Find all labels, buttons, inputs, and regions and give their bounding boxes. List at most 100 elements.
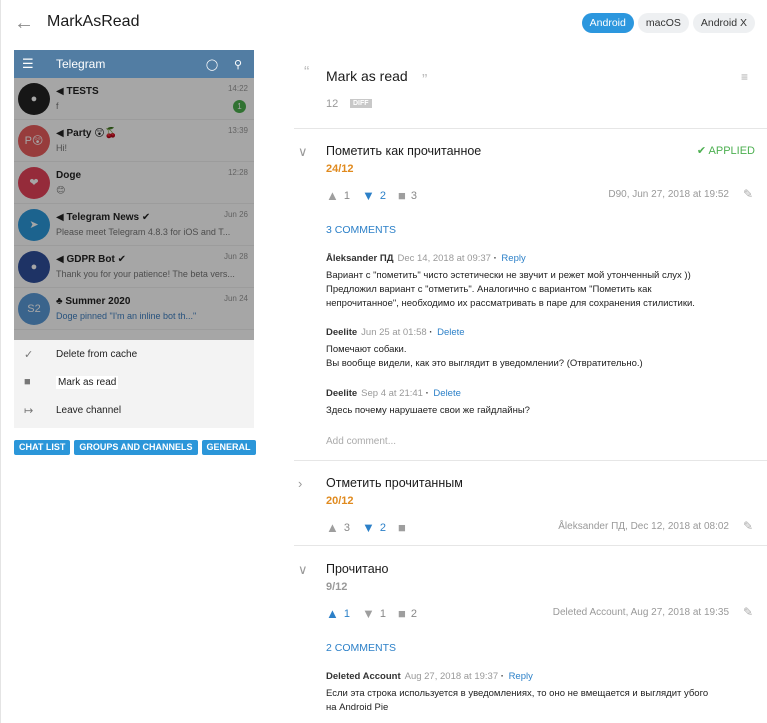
lines-icon[interactable]: ≡ (741, 70, 753, 84)
bottom-sheet-menu: ✓ Delete from cache ■ Mark as read ↦ Lea… (14, 340, 254, 428)
translation-score: 24/12 (326, 163, 354, 175)
menu-item-label: Delete from cache (56, 348, 138, 360)
chat-name: ◀ TESTS (56, 86, 99, 97)
thumbs-up-icon: ▲ (326, 188, 339, 203)
source-string: Mark as read (326, 68, 408, 84)
pencil-icon[interactable]: ✎ (743, 187, 753, 201)
chat-message: Hi! (56, 143, 67, 153)
platform-tab-macos[interactable]: macOS (637, 13, 689, 33)
telegram-app-bar: ☰ Telegram ◯ ⚲ (14, 50, 254, 78)
chat-row: ● ◀ GDPR Bot ✔ Thank you for your patien… (14, 246, 254, 288)
chevron-right-icon[interactable]: › (298, 476, 302, 491)
upvote-count: 1 (343, 607, 350, 620)
translation-text: Пометить как прочитанное (326, 144, 482, 158)
comment-header: Deelite Sep 4 at 21:41 · Delete (326, 388, 461, 399)
comments-button[interactable]: ■ (398, 520, 411, 535)
chat-time: 14:22 (227, 84, 248, 93)
comment-author: Åleksander ПД (326, 253, 394, 264)
tag-groups-and-channels[interactable]: GROUPS AND CHANNELS (74, 440, 198, 455)
comment: Deelite Sep 4 at 21:41 · Delete Здесь поч… (326, 388, 756, 418)
platform-tabs: Android macOS Android X (581, 13, 755, 33)
translation-meta: D90, Jun 27, 2018 at 19:52 (608, 189, 729, 200)
pencil-icon[interactable]: ✎ (743, 605, 753, 619)
lock-avatar-icon: ● (18, 250, 50, 283)
thumbs-down-icon: ▼ (362, 606, 375, 621)
chat-row: P😲 ◀ Party 😲🍒 Hi! 13:39 (14, 120, 254, 162)
comment-icon: ■ (398, 606, 406, 621)
chat-list: ● ◀ TESTS f 14:22 1 P😲 ◀ Party 😲🍒 Hi! 13… (14, 78, 254, 368)
add-comment-input[interactable]: Add comment... (326, 436, 396, 447)
char-count: 12 (326, 98, 339, 110)
tag-chat-list[interactable]: CHAT LIST (14, 440, 71, 455)
upvote-count: 3 (343, 521, 350, 534)
chat-time: Jun 24 (223, 294, 248, 303)
chat-row: S2 ♣ Summer 2020 Doge pinned "I'm an inl… (14, 288, 254, 330)
translation-text: Прочитано (326, 562, 389, 576)
reply-link[interactable]: Reply (509, 671, 533, 682)
upvote-button[interactable]: ▲ 1 (326, 188, 350, 203)
context-screenshot: ☰ Telegram ◯ ⚲ ● ◀ TESTS f 14:22 1 P😲 ◀ … (14, 50, 254, 428)
delete-link[interactable]: Delete (437, 327, 464, 338)
translation-score: 9/12 (326, 581, 348, 593)
comment-text: Если эта строка используется в уведомлен… (326, 688, 709, 713)
comment-date: Aug 27, 2018 at 19:37 (404, 671, 499, 682)
reply-link[interactable]: Reply (501, 253, 525, 264)
chevron-down-icon[interactable]: ∨ (298, 562, 308, 578)
comments-button[interactable]: ■ 3 (398, 188, 417, 203)
thumbs-down-icon: ▼ (362, 188, 375, 203)
comment-author: Deelite (326, 388, 358, 399)
platform-tab-android[interactable]: Android (581, 13, 634, 33)
upvote-button[interactable]: ▲ 1 (326, 606, 350, 621)
chat-row: ❤ Doge 😊 12:28 (14, 162, 254, 204)
thumbs-up-icon: ▲ (326, 606, 339, 621)
comments-link[interactable]: 3 COMMENTS (326, 224, 396, 236)
downvote-count: 2 (379, 189, 386, 202)
menu-item-delete-cache: ✓ Delete from cache (14, 340, 254, 368)
back-arrow-icon[interactable]: ← (14, 12, 36, 34)
comment-count: 3 (410, 189, 417, 202)
comments-link[interactable]: 2 COMMENTS (326, 642, 396, 654)
comments-button[interactable]: ■ 2 (398, 606, 417, 621)
comment-count: 2 (410, 607, 417, 620)
comment-header: Åleksander ПД Dec 14, 2018 at 09:37 · Rep… (326, 253, 526, 264)
vote-bar: ▲ 1 ▼ 1 ■ 2 (326, 606, 429, 621)
chat-message: 😊 (56, 184, 66, 195)
chat-row: ➤ ◀ Telegram News ✔ Please meet Telegram… (14, 204, 254, 246)
comment-text: Вариант с "пометить" чисто эстетически н… (326, 270, 695, 309)
divider (294, 460, 767, 461)
downvote-button[interactable]: ▼ 2 (362, 188, 386, 203)
translation-meta: Åleksander ПД, Dec 12, 2018 at 08:02 (558, 521, 729, 532)
chevron-down-icon[interactable]: ∨ (298, 144, 308, 160)
check-icon: ✔ (696, 145, 707, 157)
comment-author: Deleted Account (326, 671, 401, 682)
comment: Deelite Jun 25 at 01:58 · Delete Помечают… (326, 327, 756, 371)
menu-item-label: Leave channel (56, 404, 122, 416)
tag-general[interactable]: GENERAL (201, 440, 256, 455)
upvote-button[interactable]: ▲ 3 (326, 520, 350, 535)
chat-name: ◀ Party 😲🍒 (56, 128, 118, 139)
frame-border (0, 0, 1, 723)
upvote-count: 1 (343, 189, 350, 202)
thumbs-down-icon: ▼ (362, 520, 375, 535)
avatar: P😲 (18, 124, 50, 157)
diff-badge[interactable]: DIFF (350, 99, 372, 108)
comment: Deleted Account Aug 27, 2018 at 19:37 · R… (326, 671, 756, 715)
chat-time: Jun 26 (223, 210, 248, 219)
delete-link[interactable]: Delete (433, 388, 460, 399)
downvote-button[interactable]: ▼ 1 (362, 606, 386, 621)
downvote-count: 1 (379, 607, 386, 620)
avatar: ● (18, 82, 50, 115)
platform-tab-android-x[interactable]: Android X (692, 13, 755, 33)
menu-item-label: Mark as read (56, 375, 119, 389)
open-quote-icon: “ (304, 64, 310, 81)
chat-time: 12:28 (227, 168, 248, 177)
avatar: S2 (18, 292, 50, 325)
telegram-title: Telegram (56, 57, 106, 71)
chat-message: f (56, 101, 59, 111)
downvote-button[interactable]: ▼ 2 (362, 520, 386, 535)
applied-status: ✔ APPLIED (697, 144, 755, 157)
pencil-icon[interactable]: ✎ (743, 519, 753, 533)
translation-text: Отметить прочитанным (326, 476, 463, 490)
menu-item-leave-channel: ↦ Leave channel (14, 396, 254, 424)
comment: Åleksander ПД Dec 14, 2018 at 09:37 · Rep… (326, 253, 756, 311)
